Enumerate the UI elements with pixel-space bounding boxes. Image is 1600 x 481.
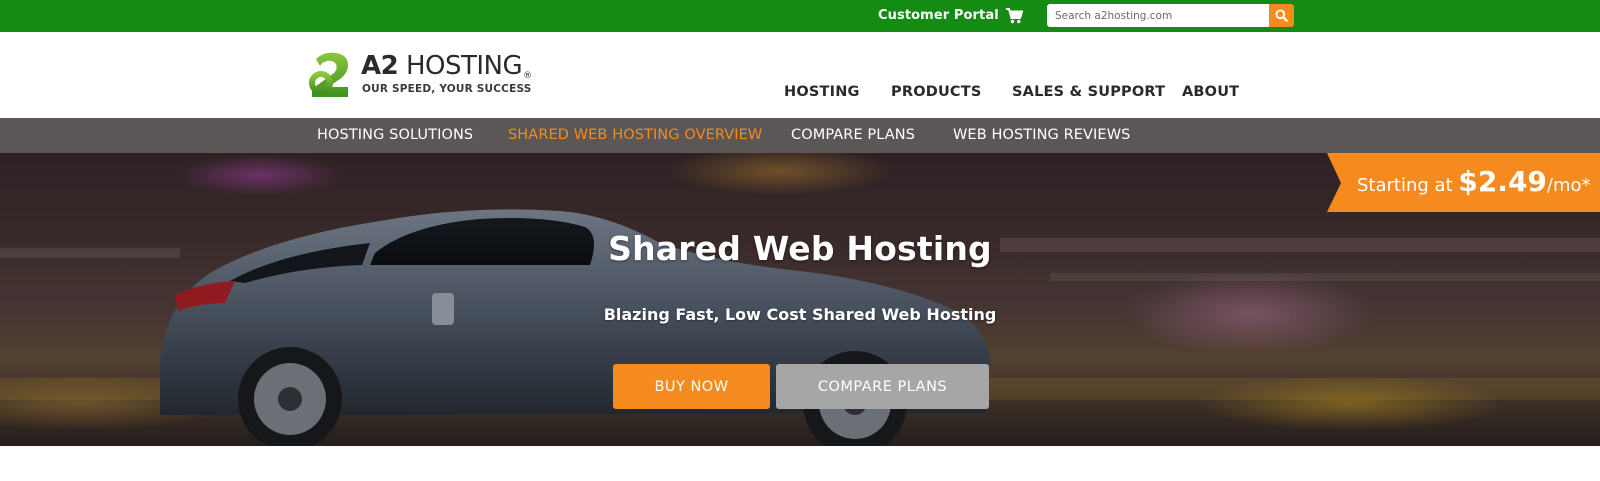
- hero-subtitle: Blazing Fast, Low Cost Shared Web Hostin…: [603, 305, 997, 324]
- search-button[interactable]: [1269, 4, 1294, 27]
- compare-plans-button[interactable]: COMPARE PLANS: [776, 364, 989, 409]
- starting-price-badge: Starting at $2.49/mo*: [1327, 153, 1600, 212]
- subnav-web-hosting-reviews[interactable]: WEB HOSTING REVIEWS: [953, 127, 1130, 143]
- top-utility-bar: Customer Portal: [0, 0, 1600, 32]
- subnav-hosting-solutions[interactable]: HOSTING SOLUTIONS: [317, 127, 473, 143]
- cart-icon[interactable]: [1006, 8, 1024, 24]
- nav-products[interactable]: PRODUCTS: [891, 84, 982, 100]
- hero-title: Shared Web Hosting: [608, 229, 992, 268]
- customer-portal-link[interactable]: Customer Portal: [878, 8, 999, 23]
- price-amount: $2.49: [1458, 165, 1547, 198]
- price-prefix: Starting at: [1357, 175, 1459, 196]
- subnav-shared-hosting-overview[interactable]: SHARED WEB HOSTING OVERVIEW: [508, 127, 762, 143]
- search-input[interactable]: [1047, 4, 1269, 27]
- price-period: /mo*: [1546, 175, 1591, 196]
- subnav-compare-plans[interactable]: COMPARE PLANS: [791, 127, 915, 143]
- sub-navigation: HOSTING SOLUTIONS SHARED WEB HOSTING OVE…: [0, 118, 1600, 153]
- main-navigation: HOSTING PRODUCTS SALES & SUPPORT ABOUT: [0, 84, 1600, 104]
- search-icon: [1275, 9, 1288, 22]
- nav-sales-support[interactable]: SALES & SUPPORT: [1012, 84, 1165, 100]
- page-content-start: [0, 446, 1600, 481]
- buy-now-button[interactable]: BUY NOW: [613, 364, 770, 409]
- nav-about[interactable]: ABOUT: [1182, 84, 1239, 100]
- nav-hosting[interactable]: HOSTING: [784, 84, 860, 100]
- site-header: A2 HOSTING® OUR SPEED, YOUR SUCCESS HOST…: [0, 32, 1600, 118]
- price-text: Starting at $2.49/mo*: [1357, 165, 1591, 198]
- logo-wordmark: A2 HOSTING®: [361, 51, 532, 81]
